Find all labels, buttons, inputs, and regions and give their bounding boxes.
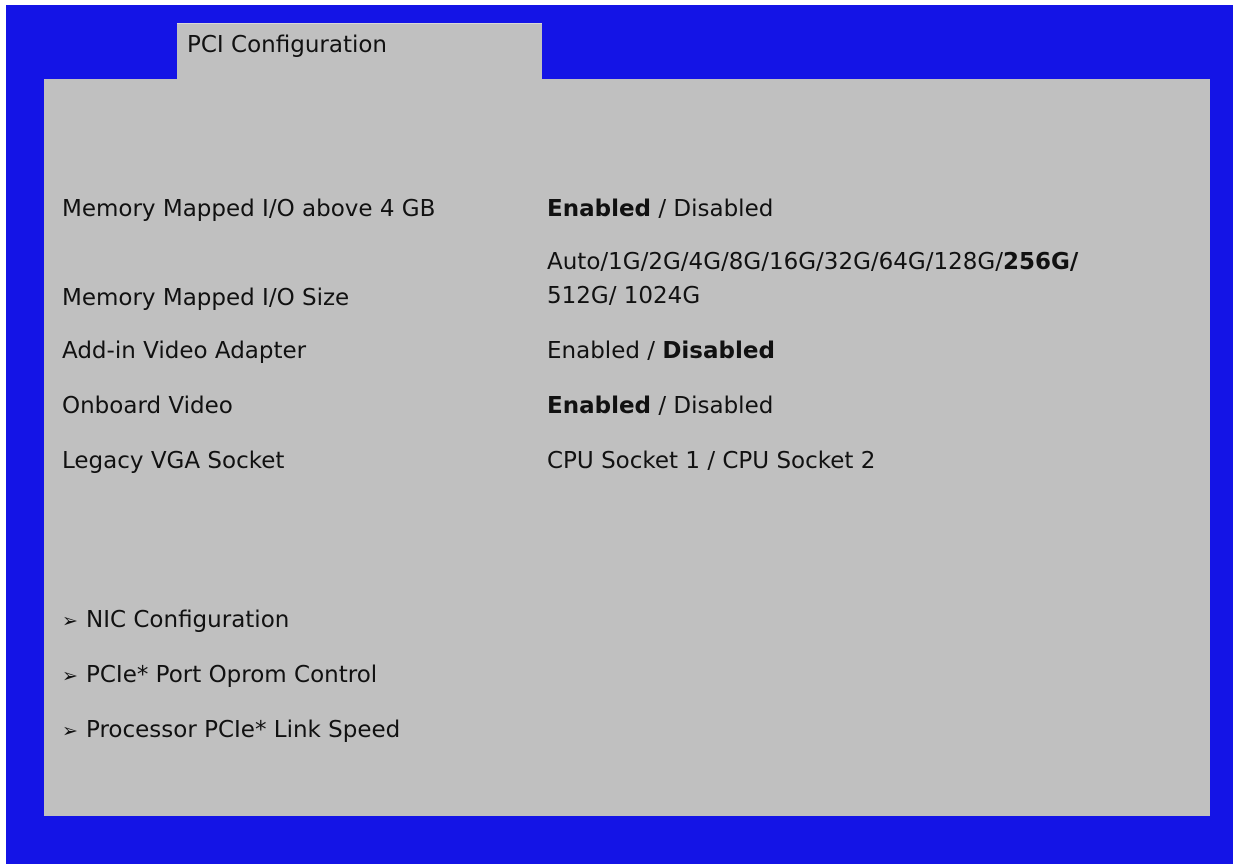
submenu-processor-pcie-link-speed[interactable]: ➢ Processor PCIe* Link Speed bbox=[62, 713, 400, 748]
tab-label: PCI Configuration bbox=[187, 32, 388, 58]
options-line-1: Auto/1G/2G/4G/8G/16G/32G/64G/128G/256G/ bbox=[547, 245, 1078, 279]
option-size-list: Auto/1G/2G/4G/8G/16G/32G/64G/128G/ bbox=[547, 249, 1003, 275]
setting-options-mmio-above-4gb[interactable]: Enabled / Disabled bbox=[547, 192, 773, 226]
setting-label-onboard-video[interactable]: Onboard Video bbox=[62, 389, 233, 423]
tab-pci-configuration[interactable]: PCI Configuration bbox=[177, 23, 542, 80]
option-separator: / bbox=[651, 196, 674, 222]
setting-label-mmio-size[interactable]: Memory Mapped I/O Size bbox=[62, 281, 349, 315]
option-enabled: Enabled bbox=[547, 338, 640, 364]
setting-options-legacy-vga-socket[interactable]: CPU Socket 1 / CPU Socket 2 bbox=[547, 444, 875, 478]
submenu-label: NIC Configuration bbox=[86, 607, 290, 633]
option-enabled: Enabled bbox=[547, 393, 652, 419]
option-256g: 256G/ bbox=[1002, 249, 1079, 275]
setting-label-legacy-vga-socket[interactable]: Legacy VGA Socket bbox=[62, 444, 284, 478]
setting-options-onboard-video[interactable]: Enabled / Disabled bbox=[547, 389, 773, 423]
submenu-pcie-port-oprom-control[interactable]: ➢ PCIe* Port Oprom Control bbox=[62, 658, 377, 693]
option-disabled: Disabled bbox=[673, 393, 774, 419]
options-line-2: 512G/ 1024G bbox=[547, 283, 701, 309]
setting-options-mmio-size[interactable]: Auto/1G/2G/4G/8G/16G/32G/64G/128G/256G/ … bbox=[547, 245, 1078, 313]
option-separator: / bbox=[651, 393, 674, 419]
submenu-label: PCIe* Port Oprom Control bbox=[86, 662, 378, 688]
arrow-right-icon: ➢ bbox=[62, 720, 78, 742]
arrow-right-icon: ➢ bbox=[62, 610, 78, 632]
setting-options-addin-video-adapter[interactable]: Enabled / Disabled bbox=[547, 334, 775, 368]
option-enabled: Enabled bbox=[547, 196, 652, 222]
option-cpu-sockets: CPU Socket 1 / CPU Socket 2 bbox=[547, 448, 876, 474]
option-separator: / bbox=[639, 338, 663, 364]
option-disabled: Disabled bbox=[673, 196, 774, 222]
arrow-right-icon: ➢ bbox=[62, 665, 78, 687]
option-disabled: Disabled bbox=[662, 338, 775, 364]
setting-label-mmio-above-4gb[interactable]: Memory Mapped I/O above 4 GB bbox=[62, 192, 435, 226]
submenu-label: Processor PCIe* Link Speed bbox=[86, 717, 401, 743]
submenu-nic-configuration[interactable]: ➢ NIC Configuration bbox=[62, 603, 289, 638]
setting-label-addin-video-adapter[interactable]: Add-in Video Adapter bbox=[62, 334, 306, 368]
